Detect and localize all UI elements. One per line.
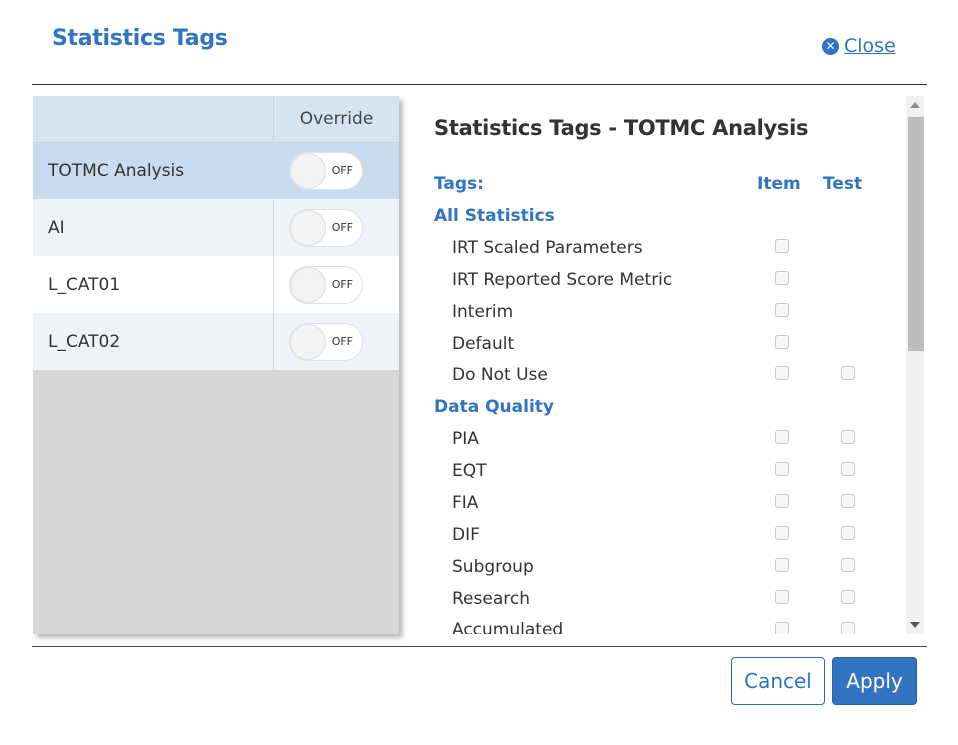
name-column-header [33, 96, 274, 143]
tag-label: Subgroup [452, 557, 534, 577]
close-circle-icon: ✕ [822, 37, 839, 55]
group-all-statistics: All Statistics [434, 206, 555, 226]
override-toggle[interactable]: OFF [289, 151, 363, 190]
tag-label: Research [452, 589, 530, 609]
scroll-up-arrow-icon[interactable] [910, 102, 920, 108]
tag-label: IRT Scaled Parameters [452, 238, 643, 258]
override-toggle[interactable]: OFF [289, 265, 363, 304]
test-checkbox[interactable] [841, 622, 855, 634]
override-toggle[interactable]: OFF [289, 208, 363, 247]
item-checkbox[interactable] [775, 271, 789, 285]
toggle-state: OFF [331, 220, 353, 234]
item-checkbox[interactable] [775, 239, 789, 253]
tags-detail-panel: Statistics Tags - TOTMC Analysis Tags: I… [420, 96, 906, 634]
test-checkbox[interactable] [841, 494, 855, 508]
cancel-button[interactable]: Cancel [731, 657, 825, 705]
item-checkbox[interactable] [775, 526, 789, 540]
row-name: L_CAT02 [33, 313, 274, 370]
item-checkbox[interactable] [775, 335, 789, 349]
tag-label: Default [452, 334, 515, 354]
analysis-table: Override TOTMC Analysis OFF AI OFF L_CAT… [33, 96, 399, 370]
override-column-header: Override [273, 96, 399, 143]
tag-label: Accumulated [452, 620, 564, 634]
item-checkbox[interactable] [775, 430, 789, 444]
table-row-l-cat01[interactable]: L_CAT01 OFF [33, 256, 399, 313]
scrollbar-thumb[interactable] [908, 117, 924, 351]
item-checkbox[interactable] [775, 622, 789, 634]
tag-label: EQT [452, 461, 487, 481]
toggle-knob [290, 323, 326, 360]
row-name: L_CAT01 [33, 256, 274, 313]
table-row-totmc-analysis[interactable]: TOTMC Analysis OFF [33, 142, 399, 199]
analysis-list-panel: Override TOTMC Analysis OFF AI OFF L_CAT… [33, 96, 399, 634]
tag-label: DIF [452, 525, 480, 545]
test-checkbox[interactable] [841, 430, 855, 444]
test-checkbox[interactable] [841, 558, 855, 572]
test-checkbox[interactable] [841, 462, 855, 476]
item-checkbox[interactable] [775, 303, 789, 317]
item-checkbox[interactable] [775, 558, 789, 572]
item-checkbox[interactable] [775, 590, 789, 604]
table-header: Override [33, 96, 399, 143]
close-link[interactable]: ✕ Close [822, 35, 896, 57]
toggle-state: OFF [331, 277, 353, 291]
test-checkbox[interactable] [841, 590, 855, 604]
item-checkbox[interactable] [775, 462, 789, 476]
tag-label: Interim [452, 302, 514, 322]
item-checkbox[interactable] [775, 366, 789, 380]
close-label: Close [844, 35, 896, 57]
tags-label: Tags: [434, 174, 484, 194]
toggle-state: OFF [331, 334, 353, 348]
dialog-title: Statistics Tags [52, 26, 228, 51]
footer-divider [32, 646, 927, 647]
toggle-knob [290, 209, 326, 246]
table-row-l-cat02[interactable]: L_CAT02 OFF [33, 313, 399, 370]
scroll-down-arrow-icon[interactable] [910, 622, 920, 628]
tag-label: Do Not Use [452, 365, 548, 385]
toggle-knob [290, 266, 326, 303]
header-divider [32, 84, 927, 85]
test-column-header: Test [823, 174, 863, 194]
test-checkbox[interactable] [841, 526, 855, 540]
row-name: TOTMC Analysis [33, 142, 274, 199]
tag-label: IRT Reported Score Metric [452, 270, 673, 290]
test-checkbox[interactable] [841, 366, 855, 380]
override-toggle[interactable]: OFF [289, 322, 363, 361]
detail-scrollbar[interactable] [906, 96, 924, 634]
table-row-ai[interactable]: AI OFF [33, 199, 399, 256]
tag-label: FIA [452, 493, 479, 513]
detail-title: Statistics Tags - TOTMC Analysis [434, 116, 809, 140]
group-data-quality: Data Quality [434, 397, 554, 417]
row-name: AI [33, 199, 274, 256]
item-checkbox[interactable] [775, 494, 789, 508]
tag-label: PIA [452, 429, 479, 449]
toggle-state: OFF [331, 163, 353, 177]
apply-button[interactable]: Apply [832, 657, 917, 705]
toggle-knob [290, 152, 326, 189]
item-column-header: Item [757, 174, 801, 194]
